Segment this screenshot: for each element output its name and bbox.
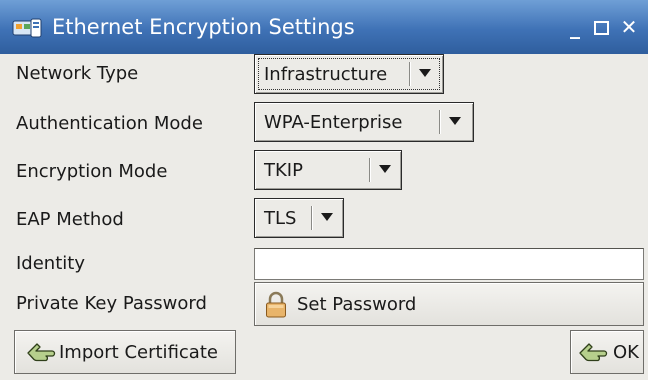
auth-mode-label: Authentication Mode <box>16 113 203 134</box>
identity-input[interactable] <box>254 248 644 280</box>
network-type-value: Infrastructure <box>264 64 388 85</box>
encryption-mode-label: Encryption Mode <box>16 161 168 182</box>
network-type-dropdown[interactable]: Infrastructure <box>254 54 444 94</box>
identity-label: Identity <box>16 253 85 274</box>
dropdown-separator <box>369 158 371 182</box>
set-password-button[interactable]: Set Password <box>254 282 644 326</box>
private-key-password-label: Private Key Password <box>16 293 207 314</box>
ok-button[interactable]: OK <box>570 330 644 374</box>
encryption-mode-dropdown[interactable]: TKIP <box>254 150 402 190</box>
padlock-icon <box>265 291 287 323</box>
maximize-icon <box>593 21 609 35</box>
hand-pointing-icon <box>577 339 609 369</box>
ok-label: OK <box>613 342 639 363</box>
import-certificate-button[interactable]: Import Certificate <box>14 330 236 374</box>
set-password-label: Set Password <box>297 294 417 315</box>
import-certificate-label: Import Certificate <box>59 342 218 363</box>
window-title: Ethernet Encryption Settings <box>52 15 355 39</box>
eap-method-value: TLS <box>264 208 297 229</box>
maximize-button[interactable] <box>590 14 612 40</box>
auth-mode-value: WPA-Enterprise <box>264 112 403 133</box>
dropdown-separator <box>439 110 441 134</box>
chevron-down-icon <box>419 69 431 77</box>
network-type-label: Network Type <box>16 63 139 84</box>
eap-method-label: EAP Method <box>16 209 124 230</box>
chevron-down-icon <box>449 117 461 125</box>
title-bar[interactable]: Ethernet Encryption Settings _ ✕ <box>0 0 648 54</box>
chevron-down-icon <box>379 165 391 173</box>
hand-pointing-icon <box>25 339 57 369</box>
eap-method-dropdown[interactable]: TLS <box>254 198 344 238</box>
network-card-icon <box>12 17 42 39</box>
chevron-down-icon <box>321 213 333 221</box>
dropdown-separator <box>311 206 313 230</box>
auth-mode-dropdown[interactable]: WPA-Enterprise <box>254 102 474 142</box>
minimize-button[interactable]: _ <box>564 14 586 40</box>
dropdown-separator <box>409 62 411 86</box>
close-button[interactable]: ✕ <box>618 14 640 40</box>
encryption-mode-value: TKIP <box>264 160 303 181</box>
